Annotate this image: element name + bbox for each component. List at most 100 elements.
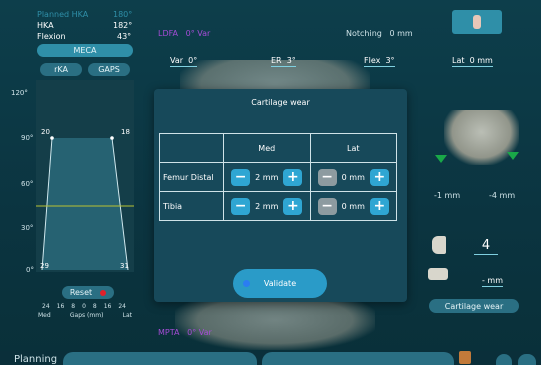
ldfa-label: LDFA 0° Var <box>158 29 210 38</box>
x-tick: 24 <box>118 303 126 310</box>
row-label-femur: Femur Distal <box>159 162 224 192</box>
tibia-med-cell: − 2 mm + <box>223 191 311 221</box>
hka-label: HKA <box>37 21 54 30</box>
er-value: 3° <box>286 56 296 65</box>
insert-size[interactable]: 4 <box>474 238 498 255</box>
y-tick-30: 30° <box>21 224 34 232</box>
mpta-value: 0° Var <box>187 328 212 337</box>
gap-top-right: 18 <box>121 128 130 136</box>
femur-med-minus-button[interactable]: − <box>231 168 251 186</box>
user-icon[interactable] <box>459 351 471 364</box>
flexion-value: 43° <box>117 32 132 41</box>
green-arrow-left-icon <box>435 155 447 163</box>
gap-bottom-left: 29 <box>40 262 49 270</box>
gap-chart-plot <box>36 136 134 271</box>
rka-button[interactable]: rKA <box>40 63 82 76</box>
femur-lat-cell: − 0 mm + <box>309 162 397 192</box>
x-tick: 8 <box>92 303 97 310</box>
axis-lat: Lat <box>122 312 132 319</box>
tibia-med-value: 2 mm <box>255 201 279 211</box>
header-empty <box>159 133 224 163</box>
tibia-lat-cell: − 0 mm + <box>309 191 397 221</box>
header-med: Med <box>223 133 311 163</box>
mpta-label: MPTA 0° Var <box>158 328 212 337</box>
tibia-med-plus-button[interactable]: + <box>283 197 303 215</box>
tibia-lat-minus-button[interactable]: − <box>317 197 337 215</box>
y-tick-120: 120° <box>11 89 28 97</box>
mpta-key: MPTA <box>158 328 180 337</box>
x-tick: 16 <box>103 303 112 310</box>
notching-key: Notching <box>346 29 382 38</box>
insert-mm[interactable]: - mm <box>482 276 504 287</box>
reset-button[interactable]: Reset <box>62 286 114 299</box>
header-lat: Lat <box>309 133 397 163</box>
y-tick-0: 0° <box>26 266 34 274</box>
offset-right: -4 mm <box>489 191 516 200</box>
bone-icon <box>473 15 481 29</box>
meca-button[interactable]: MECA <box>37 44 133 57</box>
planning-label: Planning <box>14 354 58 365</box>
row-label-tibia: Tibia <box>159 191 224 221</box>
insert-icon <box>432 236 446 254</box>
green-arrow-right-icon <box>507 152 519 160</box>
reset-indicator-icon <box>100 289 107 296</box>
var-field[interactable]: Var 0° <box>170 56 198 67</box>
table-header-row: Med Lat <box>159 133 397 163</box>
x-tick: 16 <box>56 303 65 310</box>
cartilage-wear-button[interactable]: Cartilage wear <box>429 299 519 313</box>
camera-icon[interactable] <box>518 354 536 365</box>
femur-lat-value: 0 mm <box>341 172 365 182</box>
tibia-tray-icon <box>428 268 448 280</box>
validate-label: Validate <box>263 279 297 288</box>
cartilage-wear-dialog: Cartilage wear Med Lat Femur Distal − 2 … <box>154 89 407 302</box>
y-tick-90: 90° <box>21 134 34 142</box>
axis-gaps: Gaps (mm) <box>69 312 104 319</box>
validate-button[interactable]: Validate <box>233 269 327 298</box>
x-tick: 24 <box>42 303 50 310</box>
lat-key: Lat <box>452 56 465 65</box>
ldfa-key: LDFA <box>158 29 178 38</box>
er-field[interactable]: ER 3° <box>271 56 296 67</box>
hka-value: 182° <box>113 21 133 30</box>
flexion-label: Flexion <box>37 32 66 41</box>
femur-med-value: 2 mm <box>255 172 279 182</box>
lat-value: 0 mm <box>469 56 493 65</box>
axis-med: Med <box>38 312 51 319</box>
femur-med-plus-button[interactable]: + <box>283 168 303 186</box>
bottom-tab-right[interactable] <box>262 352 454 365</box>
notching-label: Notching 0 mm <box>346 29 413 38</box>
femur-lat-plus-button[interactable]: + <box>369 168 389 186</box>
x-tick: 0 <box>82 303 86 310</box>
settings-icon[interactable] <box>496 354 512 365</box>
gaps-button[interactable]: GAPS <box>88 63 130 76</box>
offset-left: -1 mm <box>434 191 461 200</box>
gap-x-ticks: 24 16 8 0 8 16 24 <box>42 303 126 310</box>
femur-med-cell: − 2 mm + <box>223 162 311 192</box>
dialog-title: Cartilage wear <box>251 98 310 107</box>
planned-hka-label: Planned HKA <box>37 10 89 19</box>
reset-label: Reset <box>69 288 93 297</box>
tibia-med-minus-button[interactable]: − <box>231 197 251 215</box>
table-row: Femur Distal − 2 mm + − 0 mm + <box>159 162 397 192</box>
var-key: Var <box>170 56 184 65</box>
tibia-image <box>175 300 375 350</box>
gap-x-axis-labels: Med Gaps (mm) Lat <box>38 312 132 319</box>
flex-value: 3° <box>385 56 395 65</box>
er-key: ER <box>271 56 282 65</box>
femur-view-icon[interactable] <box>452 10 502 34</box>
notching-value: 0 mm <box>389 29 413 38</box>
var-value: 0° <box>188 56 198 65</box>
tibia-lat-plus-button[interactable]: + <box>369 197 389 215</box>
femur-lat-minus-button[interactable]: − <box>317 168 337 186</box>
lat-field[interactable]: Lat 0 mm <box>452 56 493 67</box>
cartilage-table: Med Lat Femur Distal − 2 mm + − 0 mm + T… <box>159 133 397 221</box>
tibia-lat-value: 0 mm <box>341 201 365 211</box>
gap-bottom-right: 31 <box>120 262 129 270</box>
bottom-tab-left[interactable] <box>63 352 257 365</box>
planned-hka-value: 180° <box>113 10 133 19</box>
flex-field[interactable]: Flex 3° <box>364 56 395 67</box>
table-row: Tibia − 2 mm + − 0 mm + <box>159 191 397 221</box>
x-tick: 8 <box>71 303 76 310</box>
flex-key: Flex <box>364 56 381 65</box>
gap-top-left: 20 <box>41 128 50 136</box>
